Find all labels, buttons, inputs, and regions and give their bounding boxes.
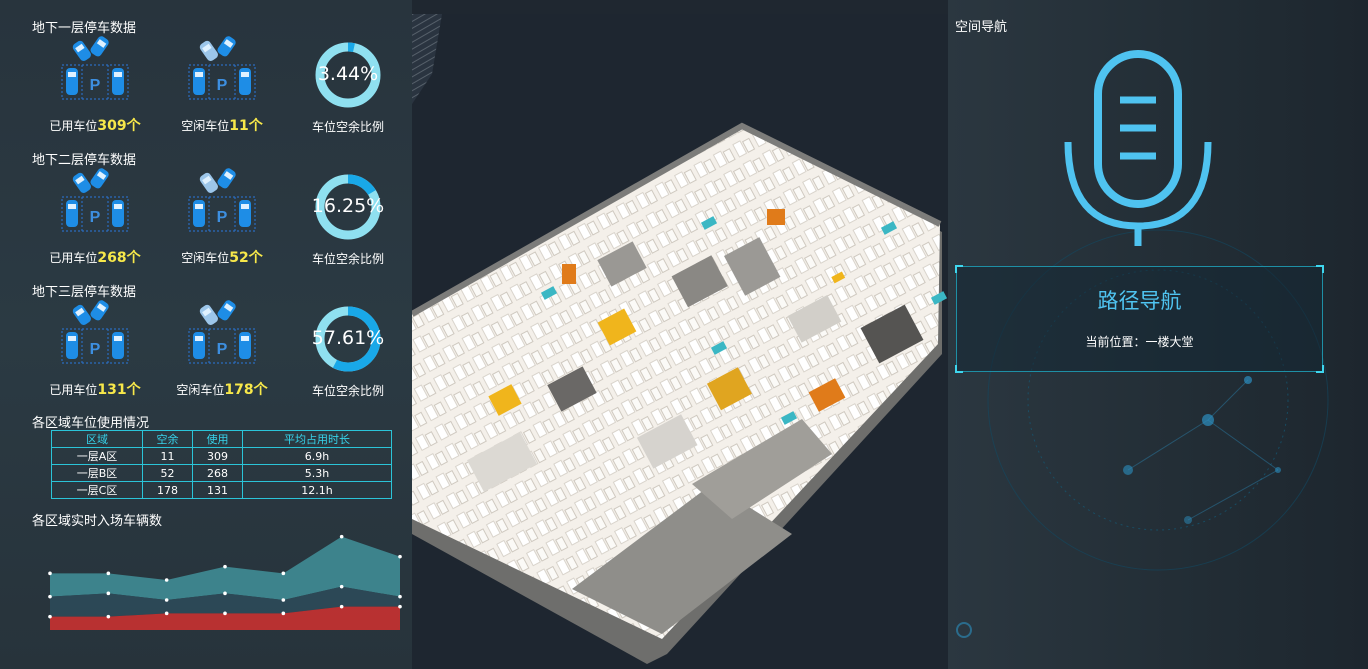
svg-text:P: P [90,341,101,358]
free-spaces-label: 空闲车位52个 [167,247,277,267]
left-panel: 地下一层停车数据 P P 已用车位309个 空闲车位11个 3.44% 车位空余… [0,0,412,669]
free-spaces-label-value: 178个 [224,382,268,398]
data-point [398,594,402,599]
table-cell: 一层C区 [51,481,143,499]
table-header: 平均占用时长 [242,430,392,448]
used-parking-icon: P [60,299,130,365]
data-point [223,611,227,616]
free-spaces-label-value: 11个 [229,118,263,134]
free-spaces-label: 空闲车位11个 [167,115,277,135]
free-spaces-label-text: 空闲车位 [181,119,230,133]
data-point [398,554,402,559]
data-point [339,584,344,589]
used-spaces-label: 已用车位309个 [40,115,150,135]
svg-text:P: P [90,209,101,226]
vacancy-label: 车位空余比例 [311,252,384,266]
vacancy-percent: 3.44% [317,63,379,85]
used-spaces-label: 已用车位268个 [40,247,150,267]
table-cell: 131 [192,481,243,499]
table-cell: 6.9h [242,447,392,465]
flow-chart-title: 各区域实时入场车辆数 [32,514,163,529]
used-spaces-label: 已用车位131个 [40,379,150,399]
table-cell: 一层B区 [51,464,143,482]
table-cell: 5.3h [242,464,392,482]
data-point [164,611,169,616]
corner-deco [955,265,963,273]
data-point [223,591,227,596]
table-header: 使用 [192,430,243,448]
map-render [412,14,948,664]
data-point [106,614,111,619]
navigation-panel-title: 空间导航 [955,20,1008,35]
free-spaces-label-value: 52个 [229,250,263,266]
data-point [281,611,286,616]
used-spaces-label-value: 268个 [97,250,141,266]
free-spaces-label-text: 空闲车位 [181,251,230,265]
data-point [48,614,52,619]
vacancy-percent: 57.61% [311,327,385,349]
table-cell: 一层A区 [51,447,143,465]
data-point [223,564,227,569]
table-header-row: 区域 空余 使用 平均占用时长 [51,430,392,448]
data-point [106,571,111,576]
data-point [281,571,286,576]
path-navigation-button[interactable]: 路径导航 当前位置：一楼大堂 [955,265,1324,373]
flow-area-chart [48,534,402,630]
path-navigation-label: 路径导航 [1097,289,1182,313]
table-cell: 52 [142,464,193,482]
data-point [48,571,52,576]
vacancy-label: 车位空余比例 [311,384,384,398]
table-cell: 178 [142,481,193,499]
data-point [339,604,344,609]
data-point [339,534,344,539]
data-point [164,578,169,582]
data-point [398,604,402,609]
current-location: 当前位置：一楼大堂 [1085,335,1194,349]
svg-text:P: P [217,77,228,94]
corner-deco [1316,365,1324,373]
free-parking-icon: P [187,167,257,233]
table-row: 一层A区 11 309 6.9h [51,447,392,465]
used-parking-icon: P [60,167,130,233]
data-point [106,591,111,596]
used-spaces-label-text: 已用车位 [49,119,98,133]
data-point [281,598,286,602]
table-cell: 11 [142,447,193,465]
parking-3d-map[interactable] [412,14,948,669]
used-spaces-label-value: 309个 [97,118,141,134]
stripe-deco [412,14,442,104]
corner-deco [1316,265,1324,273]
data-point [48,594,52,599]
free-parking-icon: P [187,35,257,101]
svg-text:P: P [217,341,228,358]
used-spaces-label-value: 131个 [97,382,141,398]
corner-deco [955,365,963,373]
svg-text:P: P [217,209,228,226]
floor-title: 地下一层停车数据 [32,21,137,36]
free-parking-icon: P [187,299,257,365]
usage-table: 区域 空余 使用 平均占用时长 一层A区 11 309 6.9h 一层B区 52… [51,430,392,499]
table-header: 区域 [51,430,143,448]
used-parking-icon: P [60,35,130,101]
table-cell: 309 [192,447,243,465]
svg-text:P: P [90,77,101,94]
usage-table-title: 各区域车位使用情况 [32,416,150,431]
table-header: 空余 [142,430,193,448]
vacancy-percent: 16.25% [311,195,385,217]
table-cell: 12.1h [242,481,392,499]
free-spaces-label: 空闲车位178个 [167,379,277,399]
vacancy-label: 车位空余比例 [311,120,384,134]
microphone-icon[interactable] [1060,50,1216,250]
data-point [164,598,169,602]
floor-title: 地下二层停车数据 [32,153,137,168]
floor-title: 地下三层停车数据 [32,285,137,300]
used-spaces-label-text: 已用车位 [49,251,98,265]
used-spaces-label-text: 已用车位 [49,383,98,397]
table-cell: 268 [192,464,243,482]
free-spaces-label-text: 空闲车位 [176,383,225,397]
table-row: 一层B区 52 268 5.3h [51,464,392,482]
table-row: 一层C区 178 131 12.1h [51,481,392,499]
